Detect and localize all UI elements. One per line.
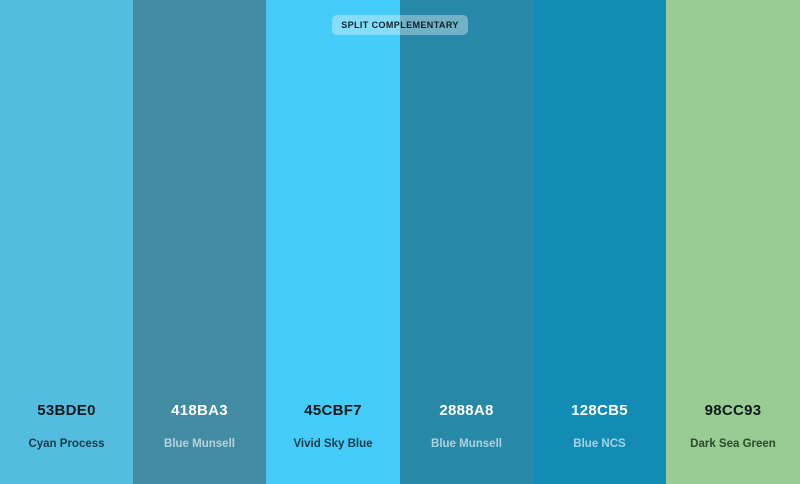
swatch-color-name: Blue NCS (573, 438, 626, 450)
swatch-hex-code[interactable]: 45CBF7 (266, 402, 400, 419)
swatch-hex-code[interactable]: 2888A8 (400, 402, 533, 419)
swatch-hex-code[interactable]: 98CC93 (666, 402, 800, 419)
swatch-color-name: Dark Sea Green (690, 438, 776, 450)
swatch-color-name: Cyan Process (28, 438, 105, 450)
swatch-hex-code[interactable]: 418BA3 (133, 402, 266, 419)
swatch-hex-code[interactable]: 53BDE0 (0, 402, 133, 419)
palette-type-badge: SPLIT COMPLEMENTARY (332, 15, 468, 35)
color-swatch-2[interactable]: 418BA3 Blue Munsell (133, 0, 266, 484)
color-swatch-3[interactable]: 45CBF7 Vivid Sky Blue (266, 0, 400, 484)
color-swatch-6[interactable]: 98CC93 Dark Sea Green (666, 0, 800, 484)
color-swatch-1[interactable]: 53BDE0 Cyan Process (0, 0, 133, 484)
swatch-color-name: Blue Munsell (431, 438, 502, 450)
color-swatch-5[interactable]: 128CB5 Blue NCS (533, 0, 666, 484)
color-swatch-4[interactable]: 2888A8 Blue Munsell (400, 0, 533, 484)
color-palette: SPLIT COMPLEMENTARY 53BDE0 Cyan Process … (0, 0, 800, 484)
swatch-hex-code[interactable]: 128CB5 (533, 402, 666, 419)
swatch-color-name: Vivid Sky Blue (293, 438, 373, 450)
swatch-color-name: Blue Munsell (164, 438, 235, 450)
